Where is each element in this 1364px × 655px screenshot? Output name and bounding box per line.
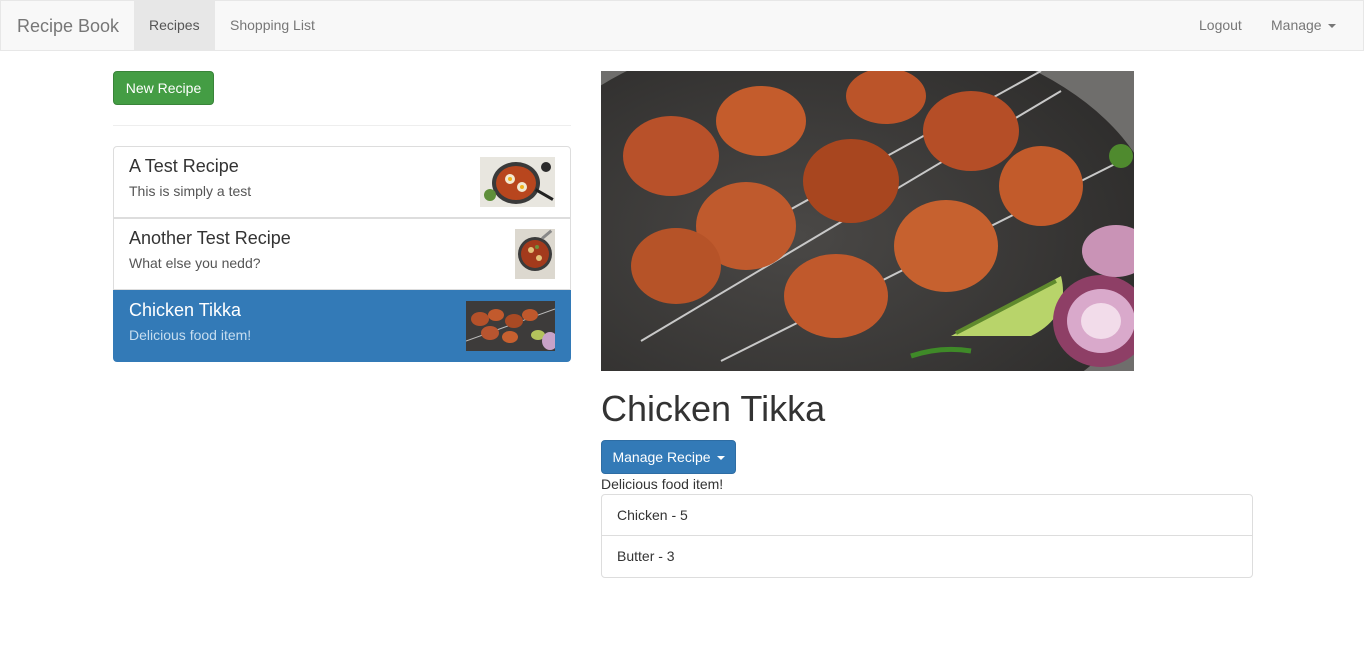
nav-logout[interactable]: Logout [1184, 1, 1257, 50]
caret-down-icon [1327, 24, 1336, 29]
brand-link[interactable]: Recipe Book [17, 1, 119, 51]
recipe-list-item[interactable]: A Test Recipe This is simply a test [113, 146, 571, 218]
recipe-image [601, 71, 1134, 371]
nav-recipes[interactable]: Recipes [134, 1, 215, 50]
recipe-thumbnail [480, 157, 555, 207]
recipe-thumbnail [466, 301, 555, 351]
recipe-title: Chicken Tikka [601, 388, 826, 429]
nav-shopping-list[interactable]: Shopping List [215, 1, 330, 50]
caret-down-icon [716, 456, 725, 461]
divider [113, 125, 571, 126]
nav-manage-label: Manage [1271, 17, 1322, 33]
recipe-list-item[interactable]: Another Test Recipe What else you nedd? [113, 218, 571, 290]
recipe-item-title: Another Test Recipe [129, 228, 291, 248]
recipe-thumbnail [515, 229, 555, 279]
new-recipe-button[interactable]: New Recipe [113, 71, 214, 105]
recipe-item-description: Delicious food item! [129, 327, 252, 343]
nav-manage-dropdown[interactable]: Manage [1256, 1, 1351, 50]
recipe-item-description: What else you nedd? [129, 255, 261, 271]
manage-recipe-label: Manage Recipe [612, 449, 711, 465]
manage-recipe-button[interactable]: Manage Recipe [601, 440, 736, 474]
ingredient-item[interactable]: Butter - 3 [602, 536, 1252, 577]
ingredient-list: Chicken - 5 Butter - 3 [601, 494, 1253, 578]
ingredient-item[interactable]: Chicken - 5 [602, 495, 1252, 536]
recipe-item-title: Chicken Tikka [129, 300, 242, 320]
recipe-item-description: This is simply a test [129, 183, 252, 199]
recipe-description: Delicious food item! [601, 476, 724, 492]
recipe-item-title: A Test Recipe [129, 156, 239, 176]
recipe-list-item-active[interactable]: Chicken Tikka Delicious food item! [113, 290, 571, 362]
top-navbar: Recipe Book Recipes Shopping List Logout… [0, 0, 1364, 51]
